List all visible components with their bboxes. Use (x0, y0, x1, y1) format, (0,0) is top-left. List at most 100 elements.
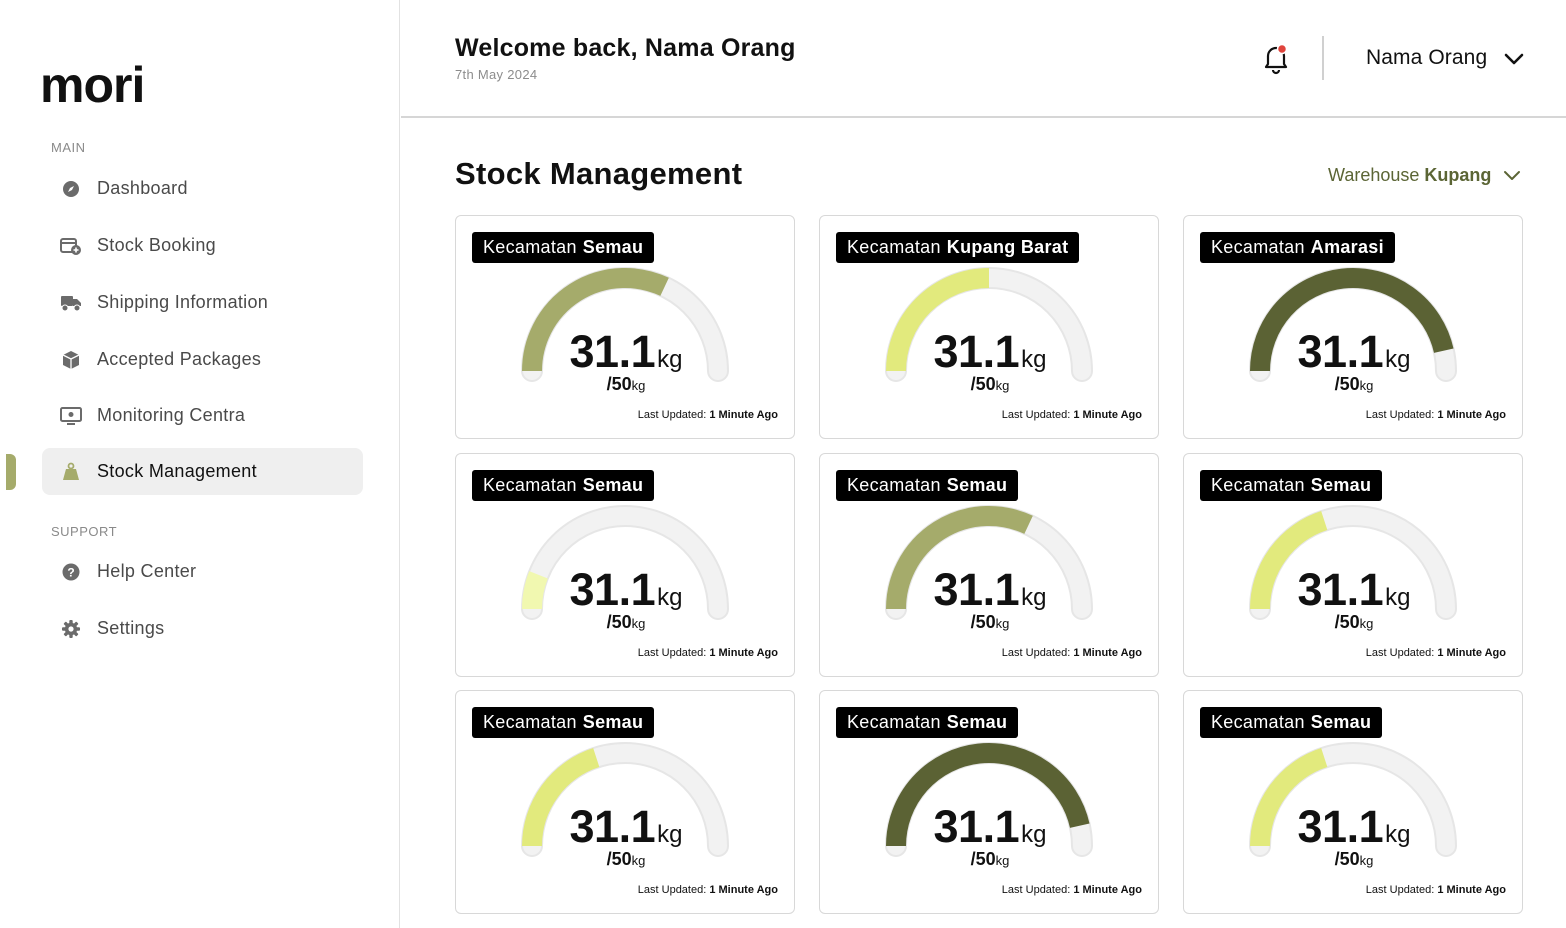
sidebar-item-label: Stock Management (97, 461, 257, 481)
stock-capacity: /50kg (820, 374, 1160, 395)
district-prefix: Kecamatan (1211, 712, 1305, 732)
gear-icon (60, 618, 82, 640)
last-updated-label: Last Updated: (1001, 884, 1071, 896)
stock-reading: 31.1kg (1184, 801, 1524, 853)
capacity-value: /50 (1334, 374, 1360, 394)
stock-unit: kg (1021, 821, 1047, 848)
district-name: Kupang Barat (946, 237, 1069, 257)
header-divider (1322, 36, 1324, 80)
district-tag: Kecamatan Semau (472, 470, 655, 501)
stock-card[interactable]: Kecamatan Semau 31.1kg /50kg Last Update… (455, 215, 795, 439)
stock-reading: 31.1kg (1184, 564, 1524, 616)
last-updated-value: 1 Minute Ago (1073, 647, 1142, 659)
sidebar-item-label: Monitoring Centra (97, 405, 246, 425)
sidebar-item-stock-management[interactable]: Stock Management (42, 448, 363, 495)
sidebar-item-label: Settings (97, 618, 165, 638)
last-updated-label: Last Updated: (1365, 409, 1435, 421)
sidebar-item-label: Help Center (97, 561, 197, 581)
stock-value: 31.1 (1297, 801, 1384, 852)
stock-card[interactable]: Kecamatan Semau 31.1kg /50kg Last Update… (1183, 453, 1523, 677)
stock-reading: 31.1kg (456, 326, 796, 378)
district-tag: Kecamatan Semau (836, 470, 1019, 501)
stock-card[interactable]: Kecamatan Semau 31.1kg /50kg Last Update… (455, 453, 795, 677)
last-updated: Last Updated: 1 Minute Ago (1002, 409, 1142, 421)
last-updated-label: Last Updated: (637, 409, 707, 421)
stock-reading: 31.1kg (820, 801, 1160, 853)
sidebar-item-label: Shipping Information (97, 292, 269, 312)
user-name[interactable]: Nama Orang (1366, 46, 1487, 70)
district-prefix: Kecamatan (483, 237, 577, 257)
sidebar: mori MAIN Dashboard Stock Booking Shippi… (0, 0, 400, 928)
district-prefix: Kecamatan (847, 237, 941, 257)
sidebar-item-stock-booking[interactable]: Stock Booking (42, 222, 363, 269)
sidebar-item-help-center[interactable]: ? Help Center (42, 548, 363, 595)
stock-capacity: /50kg (456, 612, 796, 633)
stock-value: 31.1 (569, 326, 656, 377)
stock-value: 31.1 (933, 564, 1020, 615)
stock-unit: kg (1385, 821, 1411, 848)
last-updated: Last Updated: 1 Minute Ago (638, 647, 778, 659)
monitor-icon (60, 405, 82, 427)
last-updated: Last Updated: 1 Minute Ago (638, 884, 778, 896)
sidebar-item-label: Accepted Packages (97, 349, 262, 369)
notification-bell-icon[interactable] (1259, 40, 1293, 76)
section-label-main: MAIN (51, 140, 86, 155)
last-updated-value: 1 Minute Ago (1073, 409, 1142, 421)
capacity-unit: kg (631, 616, 646, 631)
stock-card[interactable]: Kecamatan Amarasi 31.1kg /50kg Last Upda… (1183, 215, 1523, 439)
sidebar-item-shipping-information[interactable]: Shipping Information (42, 279, 363, 326)
current-date: 7th May 2024 (455, 67, 538, 82)
district-name: Semau (582, 237, 644, 257)
capacity-unit: kg (631, 853, 646, 868)
svg-text:?: ? (67, 565, 74, 579)
district-prefix: Kecamatan (1211, 475, 1305, 495)
chevron-down-icon[interactable] (1501, 46, 1527, 72)
last-updated: Last Updated: 1 Minute Ago (1366, 647, 1506, 659)
last-updated-value: 1 Minute Ago (709, 409, 778, 421)
stock-card[interactable]: Kecamatan Semau 31.1kg /50kg Last Update… (819, 690, 1159, 914)
last-updated-label: Last Updated: (1365, 647, 1435, 659)
sidebar-item-accepted-packages[interactable]: Accepted Packages (42, 336, 363, 383)
stock-value: 31.1 (933, 801, 1020, 852)
stock-capacity: /50kg (820, 612, 1160, 633)
district-prefix: Kecamatan (1211, 237, 1305, 257)
help-icon: ? (60, 561, 82, 583)
welcome-message: Welcome back, Nama Orang (455, 34, 796, 62)
sidebar-item-dashboard[interactable]: Dashboard (42, 165, 363, 212)
capacity-unit: kg (631, 378, 646, 393)
sidebar-item-monitoring-centra[interactable]: Monitoring Centra (42, 392, 363, 439)
district-tag: Kecamatan Semau (1200, 470, 1383, 501)
stock-card[interactable]: Kecamatan Semau 31.1kg /50kg Last Update… (1183, 690, 1523, 914)
capacity-value: /50 (1334, 612, 1360, 632)
sidebar-item-label: Stock Booking (97, 235, 216, 255)
active-indicator (6, 454, 16, 490)
stock-reading: 31.1kg (456, 564, 796, 616)
weight-icon (60, 461, 82, 483)
warehouse-selector[interactable]: Warehouse Kupang (1328, 164, 1523, 186)
capacity-unit: kg (1359, 853, 1374, 868)
district-name: Semau (582, 712, 644, 732)
district-tag: Kecamatan Amarasi (1200, 232, 1395, 263)
last-updated: Last Updated: 1 Minute Ago (1366, 884, 1506, 896)
stock-card[interactable]: Kecamatan Semau 31.1kg /50kg Last Update… (819, 453, 1159, 677)
district-tag: Kecamatan Semau (1200, 707, 1383, 738)
capacity-unit: kg (1359, 616, 1374, 631)
capacity-unit: kg (1359, 378, 1374, 393)
stock-card[interactable]: Kecamatan Semau 31.1kg /50kg Last Update… (455, 690, 795, 914)
last-updated-label: Last Updated: (1001, 409, 1071, 421)
capacity-value: /50 (970, 374, 996, 394)
last-updated-value: 1 Minute Ago (1437, 884, 1506, 896)
mori-logo: mori (40, 62, 145, 110)
stock-reading: 31.1kg (1184, 326, 1524, 378)
stock-unit: kg (657, 821, 683, 848)
stock-capacity: /50kg (456, 849, 796, 870)
capacity-value: /50 (606, 374, 632, 394)
district-name: Semau (946, 712, 1008, 732)
chevron-down-icon (1504, 171, 1521, 180)
stock-card[interactable]: Kecamatan Kupang Barat 31.1kg /50kg Last… (819, 215, 1159, 439)
district-tag: Kecamatan Kupang Barat (836, 232, 1080, 263)
sidebar-item-settings[interactable]: Settings (42, 605, 363, 652)
calendar-add-icon (60, 235, 82, 257)
stock-unit: kg (657, 584, 683, 611)
stock-unit: kg (657, 346, 683, 373)
